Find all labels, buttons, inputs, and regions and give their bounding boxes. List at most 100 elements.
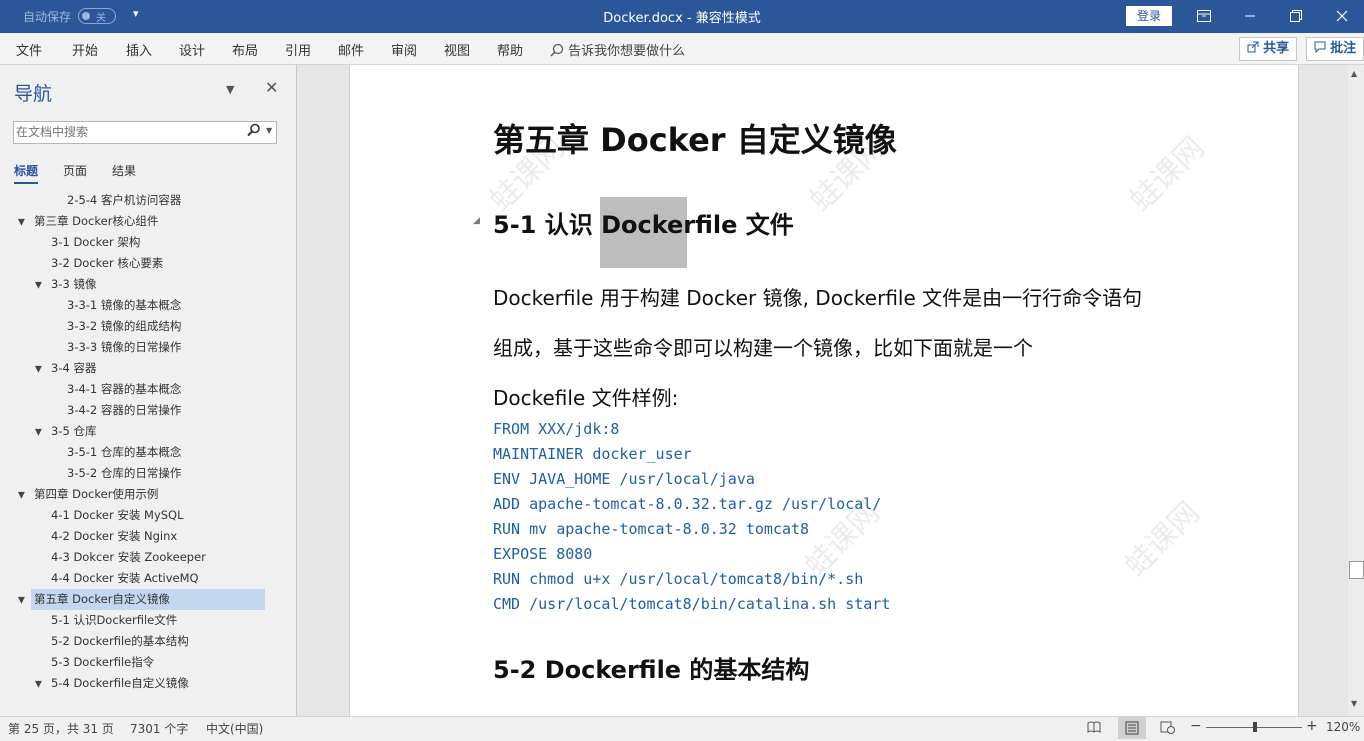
web-layout-icon[interactable] xyxy=(1160,721,1176,738)
close-icon[interactable] xyxy=(1319,0,1364,33)
nav-heading-item[interactable]: 3-5-2 仓库的日常操作 xyxy=(0,463,290,484)
collapse-arrow-icon[interactable]: ▲ xyxy=(35,421,42,442)
nav-heading-item[interactable]: 3-4-2 容器的日常操作 xyxy=(0,400,290,421)
collapse-arrow-icon[interactable]: ▲ xyxy=(18,589,25,610)
nav-pane-title: 导航 xyxy=(14,83,53,105)
tell-me-search[interactable]: 告诉我你想要做什么 xyxy=(550,40,685,59)
scroll-down-icon[interactable]: ▼ xyxy=(1351,699,1357,708)
collapse-arrow-icon[interactable]: ▲ xyxy=(35,673,42,694)
restore-icon[interactable] xyxy=(1273,0,1319,33)
nav-heading-item[interactable]: ▲ 第五章 Docker自定义镜像 xyxy=(0,589,290,610)
nav-heading-label: 5-2 Dockerfile的基本结构 xyxy=(51,634,189,648)
tab-review[interactable]: 审阅 xyxy=(391,40,417,59)
watermark: 蛙课网 xyxy=(1118,495,1207,584)
nav-heading-item[interactable]: 4-3 Dokcer 安装 Zookeeper xyxy=(0,547,290,568)
nav-close-icon[interactable]: ✕ xyxy=(265,78,278,97)
nav-heading-item[interactable]: 3-3-3 镜像的日常操作 xyxy=(0,337,290,358)
nav-heading-item[interactable]: ▲ 3-5 仓库 xyxy=(0,421,290,442)
zoom-slider-thumb[interactable] xyxy=(1253,722,1257,732)
nav-search-input[interactable] xyxy=(16,123,236,140)
code-line: EXPOSE 8080 xyxy=(493,545,593,563)
tab-insert[interactable]: 插入 xyxy=(126,40,152,59)
nav-heading-item[interactable]: 4-4 Docker 安装 ActiveMQ xyxy=(0,568,290,589)
nav-heading-item[interactable]: 4-1 Docker 安装 MySQL xyxy=(0,505,290,526)
ribbon-display-icon[interactable] xyxy=(1181,0,1227,33)
nav-heading-item[interactable]: 3-3-2 镜像的组成结构 xyxy=(0,316,290,337)
document-page[interactable]: 蛙课网 蛙课网 蛙课网 蛙课网 蛙课网 第五章 Docker 自定义镜像 ◢ 5… xyxy=(349,65,1299,716)
tab-home[interactable]: 开始 xyxy=(72,40,98,59)
nav-heading-item[interactable]: 5-1 认识Dockerfile文件 xyxy=(0,610,290,631)
minimize-icon[interactable] xyxy=(1227,0,1273,33)
collapse-heading-icon[interactable]: ◢ xyxy=(473,216,480,226)
zoom-level[interactable]: 120% xyxy=(1326,720,1360,734)
nav-heading-item[interactable]: 4-2 Docker 安装 Nginx xyxy=(0,526,290,547)
nav-heading-label: 第四章 Docker使用示例 xyxy=(34,487,159,501)
search-options-dropdown-icon[interactable]: ▼ xyxy=(266,126,272,135)
nav-heading-label: 3-4-2 容器的日常操作 xyxy=(67,403,182,417)
collapse-arrow-icon[interactable]: ▲ xyxy=(35,274,42,295)
title-bar: 自动保存 关 ▾ Docker.docx - 兼容性模式 登录 xyxy=(0,0,1364,33)
tab-layout[interactable]: 布局 xyxy=(232,40,258,59)
tab-file[interactable]: 文件 xyxy=(16,40,42,59)
nav-heading-item[interactable]: 3-3-1 镜像的基本概念 xyxy=(0,295,290,316)
zoom-out-button[interactable]: − xyxy=(1190,718,1202,734)
code-line: MAINTAINER docker_user xyxy=(493,445,692,463)
page-count[interactable]: 第 25 页，共 31 页 xyxy=(8,720,114,737)
nav-heading-label: 第三章 Docker核心组件 xyxy=(34,214,159,228)
nav-heading-item[interactable]: 3-1 Docker 架构 xyxy=(0,232,290,253)
nav-heading-item[interactable]: ▲ 3-3 镜像 xyxy=(0,274,290,295)
section-heading-5-2: 5-2 Dockerfile 的基本结构 xyxy=(493,656,810,684)
nav-heading-item[interactable]: 5-3 Dockerfile指令 xyxy=(0,652,290,673)
code-line: FROM XXX/jdk:8 xyxy=(493,420,620,438)
tab-mailings[interactable]: 邮件 xyxy=(338,40,364,59)
read-mode-icon[interactable] xyxy=(1087,721,1101,736)
nav-options-dropdown-icon[interactable]: ▼ xyxy=(226,83,234,96)
nav-heading-label: 3-4 容器 xyxy=(51,361,97,375)
nav-heading-label: 3-5-2 仓库的日常操作 xyxy=(67,466,182,480)
nav-heading-label: 3-5 仓库 xyxy=(51,424,97,438)
nav-heading-item[interactable]: 5-2 Dockerfile的基本结构 xyxy=(0,631,290,652)
search-icon[interactable] xyxy=(247,123,261,141)
print-layout-icon[interactable] xyxy=(1118,717,1146,739)
nav-heading-item[interactable]: ▲ 第三章 Docker核心组件 xyxy=(0,211,290,232)
share-icon xyxy=(1247,41,1259,53)
nav-heading-item[interactable]: 3-5-1 仓库的基本概念 xyxy=(0,442,290,463)
nav-heading-item[interactable]: 3-2 Docker 核心要素 xyxy=(0,253,290,274)
login-button[interactable]: 登录 xyxy=(1126,6,1172,26)
nav-heading-label: 5-1 认识Dockerfile文件 xyxy=(51,613,178,627)
collapse-arrow-icon[interactable]: ▲ xyxy=(35,358,42,379)
vertical-scrollbar[interactable]: ▲ ▼ xyxy=(1348,65,1364,716)
nav-heading-label: 第五章 Docker自定义镜像 xyxy=(31,589,265,610)
nav-heading-item[interactable]: 3-4-1 容器的基本概念 xyxy=(0,379,290,400)
nav-heading-label: 3-3-2 镜像的组成结构 xyxy=(67,319,182,333)
zoom-in-button[interactable]: + xyxy=(1306,718,1318,734)
nav-heading-label: 4-2 Docker 安装 Nginx xyxy=(51,529,178,543)
nav-heading-label: 3-3-1 镜像的基本概念 xyxy=(67,298,182,312)
nav-heading-label: 3-5-1 仓库的基本概念 xyxy=(67,445,182,459)
language-indicator[interactable]: 中文(中国) xyxy=(206,720,263,737)
tab-help[interactable]: 帮助 xyxy=(497,40,523,59)
word-count[interactable]: 7301 个字 xyxy=(130,720,188,737)
comments-button[interactable]: 批注 xyxy=(1306,37,1364,61)
share-button[interactable]: 共享 xyxy=(1239,37,1297,61)
nav-tab-results[interactable]: 结果 xyxy=(112,162,136,179)
nav-heading-item[interactable]: ▲ 第四章 Docker使用示例 xyxy=(0,484,290,505)
navigation-pane: 导航 ▼ ✕ ▼ 标题 页面 结果 2-5-4 客户机访问容器 ▲ 第三章 Dock… xyxy=(0,65,297,716)
nav-heading-item[interactable]: ▲ 3-4 容器 xyxy=(0,358,290,379)
nav-tab-pages[interactable]: 页面 xyxy=(63,162,87,179)
scroll-up-icon[interactable]: ▲ xyxy=(1351,69,1357,78)
nav-tab-headings[interactable]: 标题 xyxy=(14,162,39,184)
nav-search-box[interactable]: ▼ xyxy=(13,121,277,144)
nav-heading-item[interactable]: 2-5-4 客户机访问容器 xyxy=(0,190,290,211)
tab-design[interactable]: 设计 xyxy=(179,40,205,59)
nav-heading-item[interactable]: ▲ 5-4 Dockerfile自定义镜像 xyxy=(0,673,290,694)
collapse-arrow-icon[interactable]: ▲ xyxy=(18,484,25,505)
body-paragraph-line: Dockefile 文件样例: xyxy=(493,386,679,410)
collapse-arrow-icon[interactable]: ▲ xyxy=(18,211,25,232)
nav-heading-label: 3-3-3 镜像的日常操作 xyxy=(67,340,182,354)
code-line: RUN chmod u+x /usr/local/tomcat8/bin/*.s… xyxy=(493,570,864,588)
nav-heading-label: 2-5-4 客户机访问容器 xyxy=(67,193,182,207)
scroll-thumb[interactable] xyxy=(1349,561,1364,579)
tab-view[interactable]: 视图 xyxy=(444,40,470,59)
tab-references[interactable]: 引用 xyxy=(285,40,311,59)
